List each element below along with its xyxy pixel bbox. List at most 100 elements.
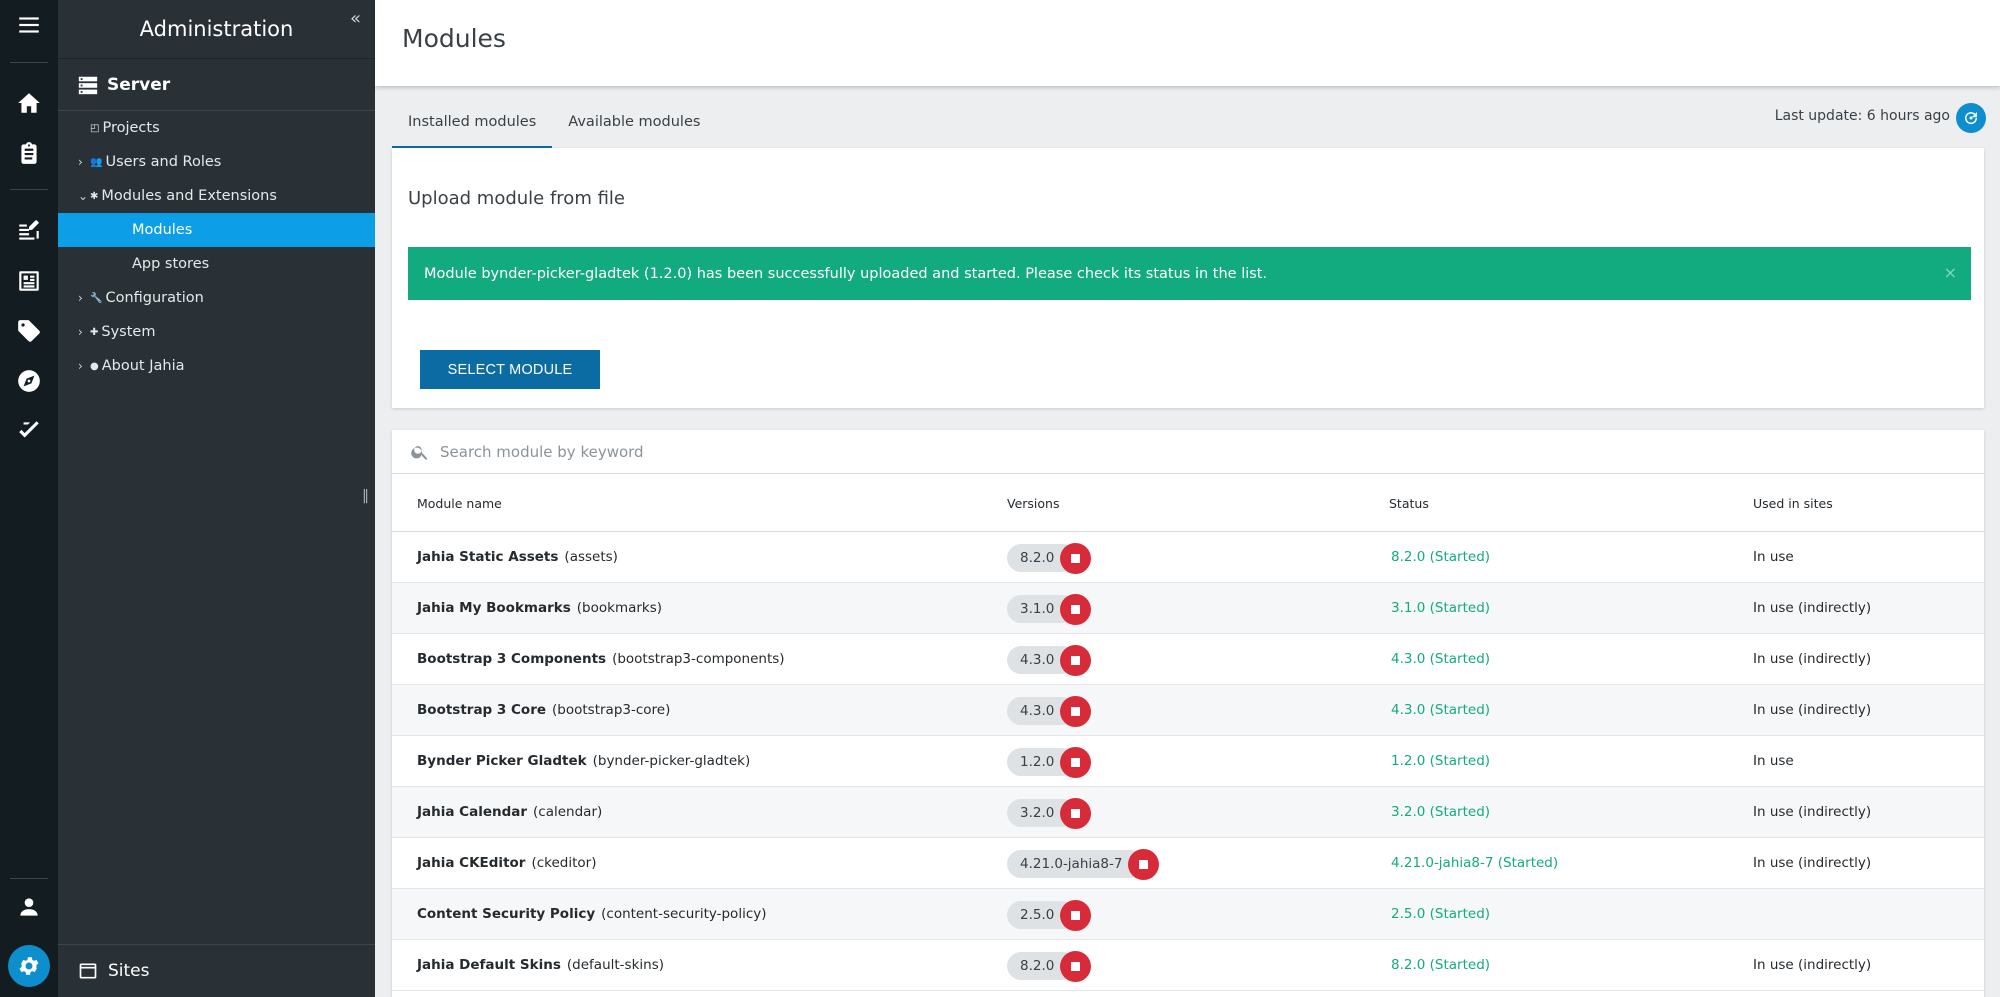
module-name-cell: Content Security Policy (content-security… [417,906,767,922]
module-name: Jahia Static Assets [417,549,559,565]
last-update-text: Last update: 6 hours ago [1774,108,1950,124]
stop-module-button[interactable] [1060,899,1092,931]
used-in-sites-text: In use [1753,753,1794,769]
system-icon: ✚ [90,326,99,338]
module-name: Bootstrap 3 Components [417,651,607,667]
column-header-status[interactable]: Status [1389,496,1429,511]
module-id: (bootstrap3-core) [552,702,671,718]
user-icon[interactable] [0,882,58,932]
search-icon [411,445,428,460]
status-text[interactable]: 8.2.0 (Started) [1391,957,1490,973]
wrench-icon: 🔧 [90,292,103,304]
sidebar-item-app-stores[interactable]: App stores [58,247,375,281]
refresh-button[interactable] [1956,103,1986,133]
status-text[interactable]: 8.2.0 (Started) [1391,549,1490,565]
close-icon[interactable]: × [1944,263,1957,282]
chevron-down-icon[interactable]: ⌄ [78,189,90,203]
sidebar-resize-handle[interactable]: ‖ [362,488,369,504]
module-name: Content Security Policy [417,906,596,922]
sidebar-item-label: App stores [132,256,210,272]
server-icon [78,76,98,94]
stop-module-button[interactable] [1128,848,1160,880]
table-row[interactable]: Jahia CKEditor (ckeditor) 4.21.0-jahia8-7… [392,838,1984,889]
status-text[interactable]: 1.2.0 (Started) [1391,753,1490,769]
modules-table-card: Module name Versions Status Used in site… [392,430,1984,997]
table-row[interactable]: Jahia My Bookmarks (bookmarks) 3.1.0 3.1.… [392,583,1984,634]
table-row[interactable]: Jahia Default Skins (default-skins) 8.2.0… [392,940,1984,991]
used-in-sites-text: In use (indirectly) [1753,957,1872,973]
icon-rail [0,0,58,997]
status-text[interactable]: 3.1.0 (Started) [1391,600,1490,616]
sidebar-title: Administration [139,17,294,41]
table-row[interactable]: Jahia Static Assets (assets) 8.2.0 8.2.0 … [392,532,1984,583]
stop-module-button[interactable] [1060,695,1092,727]
table-row[interactable]: Jahia Calendar (calendar) 3.2.0 3.2.0 (St… [392,787,1984,838]
chevron-right-icon[interactable]: › [78,359,90,373]
sidebar-item-label: Users and Roles [105,154,222,170]
module-name: Jahia My Bookmarks [417,600,571,616]
chevron-right-icon[interactable]: › [78,155,90,169]
compass-icon[interactable] [0,356,58,406]
sidebar-item-modules[interactable]: Modules [58,213,375,247]
column-header-used-in-sites[interactable]: Used in sites [1753,496,1833,511]
table-row[interactable]: Bynder Picker Gladtek (bynder-picker-glad… [392,736,1984,787]
sidebar-section-server[interactable]: Server [58,58,375,111]
sidebar-item-modules-and-extensions[interactable]: ⌄ ✱ Modules and Extensions [58,179,375,213]
sidebar-item-label: About Jahia [101,358,185,374]
administration-gear-icon[interactable] [8,945,50,987]
stop-module-button[interactable] [1060,950,1092,982]
content-editor-icon[interactable] [0,206,58,256]
chevron-right-icon[interactable]: › [78,325,90,339]
chevron-right-icon[interactable]: › [78,291,90,305]
module-id: (ckeditor) [531,855,597,871]
tab-available-modules[interactable]: Available modules [552,104,716,149]
select-module-button[interactable]: SELECT MODULE [420,350,600,389]
used-in-sites-text: In use (indirectly) [1753,702,1872,718]
success-alert: Module bynder-picker-gladtek (1.2.0) has… [408,247,1971,300]
tag-icon[interactable] [0,306,58,356]
info-icon: ● [90,360,99,372]
tab-installed-modules[interactable]: Installed modules [392,104,553,149]
module-id: (bynder-picker-gladtek) [592,753,751,769]
module-name: Bynder Picker Gladtek [417,753,587,769]
table-row[interactable]: Bootstrap 3 Components (bootstrap3-compon… [392,634,1984,685]
module-name-cell: Jahia CKEditor (ckeditor) [417,855,596,871]
sidebar-item-about-jahia[interactable]: › ● About Jahia [58,349,375,383]
status-text[interactable]: 4.3.0 (Started) [1391,651,1490,667]
search-input[interactable] [440,442,1340,461]
sidebar-item-system[interactable]: › ✚ System [58,315,375,349]
sidebar-item-projects[interactable]: ◰ Projects [58,111,375,145]
stop-icon [1071,604,1081,614]
table-row[interactable]: Content Security Policy (content-security… [392,889,1984,940]
sidebar-item-label: Modules [132,222,193,238]
status-text[interactable]: 4.3.0 (Started) [1391,702,1490,718]
status-text[interactable]: 4.21.0-jahia8-7 (Started) [1391,855,1558,871]
module-id: (assets) [564,549,618,565]
version-badge[interactable]: 4.21.0-jahia8-7 [1007,850,1145,878]
hamburger-menu-icon[interactable] [0,0,58,50]
stop-module-button[interactable] [1060,644,1092,676]
page-composer-icon[interactable] [0,256,58,306]
clipboard-icon[interactable] [0,128,58,178]
stop-module-button[interactable] [1060,542,1092,574]
version-cell: 8.2.0 [1007,950,1092,982]
status-text[interactable]: 3.2.0 (Started) [1391,804,1490,820]
sidebar-item-users-and-roles[interactable]: › 👥 Users and Roles [58,145,375,179]
column-header-module-name[interactable]: Module name [417,496,502,511]
stop-module-button[interactable] [1060,746,1092,778]
stop-icon [1071,910,1081,920]
sidebar-sites[interactable]: Sites [58,944,375,997]
status-text[interactable]: 2.5.0 (Started) [1391,906,1490,922]
home-icon[interactable] [0,78,58,128]
used-in-sites-text: In use (indirectly) [1753,600,1872,616]
collapse-sidebar-icon[interactable]: « [350,8,361,29]
version-cell: 4.3.0 [1007,644,1092,676]
table-row[interactable]: Bootstrap 3 Core (bootstrap3-core) 4.3.0 … [392,685,1984,736]
column-header-versions[interactable]: Versions [1007,496,1059,511]
module-name-cell: Jahia Static Assets (assets) [417,549,618,565]
upload-title: Upload module from file [408,188,625,209]
stop-module-button[interactable] [1060,797,1092,829]
stop-module-button[interactable] [1060,593,1092,625]
jahia-logo-icon[interactable] [0,406,58,456]
sidebar-item-configuration[interactable]: › 🔧 Configuration [58,281,375,315]
